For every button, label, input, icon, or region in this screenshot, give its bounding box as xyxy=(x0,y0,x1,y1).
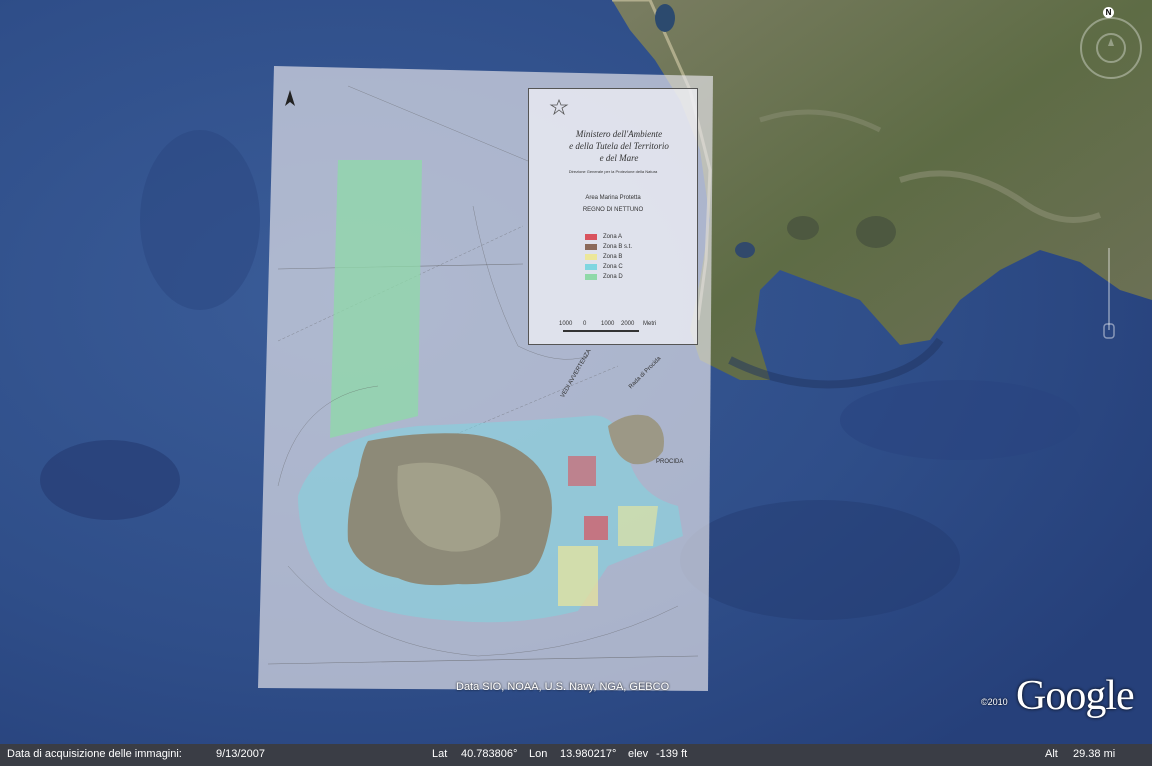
zone-c-swatch xyxy=(585,263,597,270)
data-credit: Data SIO, NOAA, U.S. Navy, NGA, GEBCO xyxy=(456,681,670,693)
acquisition-date: 9/13/2007 xyxy=(216,748,265,760)
lat-label: Lat xyxy=(432,748,448,760)
lon-value: 13.980217° xyxy=(560,748,617,760)
zone-c-label: Zona C xyxy=(603,263,623,270)
map-view[interactable]: VEDI AVVERTENZA Rada di Procida PROCIDA … xyxy=(0,0,1152,744)
scale-bar-line xyxy=(563,330,639,332)
elev-label: elev xyxy=(628,748,649,760)
scale-unit: Metri xyxy=(643,321,657,327)
zone-legend-d: Zona D xyxy=(585,273,623,280)
zoom-slider-icon[interactable] xyxy=(1101,244,1117,344)
scale-tick-3: 1000 xyxy=(601,321,615,327)
zone-d-label: Zona D xyxy=(603,273,623,280)
zone-b-st-label: Zona B s.t. xyxy=(603,243,633,250)
status-bar: Data di acquisizione delle immagini: 9/1… xyxy=(0,744,1152,766)
ministry-title-line-3: e del Mare xyxy=(599,153,639,163)
zone-legend-c: Zona C xyxy=(585,263,623,270)
zoom-slider[interactable] xyxy=(1101,244,1117,344)
zone-a-label: Zona A xyxy=(603,233,623,240)
area-label: Area Marina Protetta xyxy=(585,195,641,201)
alt-label: Alt xyxy=(1045,748,1058,760)
scale-bar: 1000 0 1000 2000 Metri xyxy=(559,321,669,337)
chart-legend: Ministero dell'Ambiente e della Tutela d… xyxy=(528,88,698,345)
lon-label: Lon xyxy=(529,748,548,760)
zone-legend-a: Zona A xyxy=(585,233,622,240)
alt-value: 29.38 mi xyxy=(1073,748,1116,760)
zone-b-label: Zona B xyxy=(603,253,623,260)
scale-tick-1: 1000 xyxy=(559,321,573,327)
zone-legend-b: Zona B xyxy=(585,253,622,260)
zone-legend-b-st: Zona B s.t. xyxy=(585,243,632,250)
zone-b-st-swatch xyxy=(585,243,597,250)
zone-a-swatch xyxy=(585,233,597,240)
ministry-title-line-2: e della Tutela del Territorio xyxy=(569,141,669,151)
scale-tick-2: 0 xyxy=(583,321,587,327)
elev-value: -139 ft xyxy=(656,748,688,760)
navigation-control[interactable]: N xyxy=(1075,7,1145,80)
google-logo: Google xyxy=(1016,673,1135,719)
ministry-title-line-1: Ministero dell'Ambiente xyxy=(575,129,663,139)
lat-value: 40.783806° xyxy=(461,748,518,760)
acquisition-label: Data di acquisizione delle immagini: xyxy=(7,748,182,760)
compass-ring-icon[interactable] xyxy=(1075,10,1145,80)
copyright-year: ©2010 xyxy=(981,697,1008,707)
north-indicator[interactable]: N xyxy=(1103,7,1114,18)
chart-label-procida: PROCIDA xyxy=(656,459,684,465)
zone-d-swatch xyxy=(585,273,597,280)
zone-b-swatch xyxy=(585,253,597,260)
scale-tick-4: 2000 xyxy=(621,321,635,327)
area-name: REGNO DI NETTUNO xyxy=(582,207,644,213)
directorate-label: Direzione Generale per la Protezione del… xyxy=(568,169,658,174)
